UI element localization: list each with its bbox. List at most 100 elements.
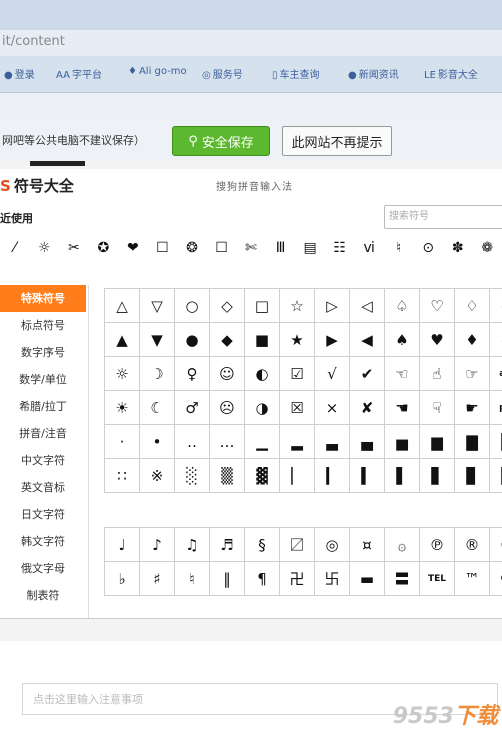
symbol-cell[interactable]: ♀ xyxy=(175,357,210,391)
symbol-cell[interactable]: ✘ xyxy=(350,391,385,425)
symbol-cell[interactable]: ¤ xyxy=(350,528,385,562)
symbol-cell[interactable]: ☑ xyxy=(280,357,315,391)
no-prompt-button[interactable]: 此网站不再提示 xyxy=(282,126,392,156)
symbol-cell[interactable]: ™ xyxy=(455,562,490,596)
symbol-cell[interactable]: 卐 xyxy=(315,562,350,596)
symbol-cell[interactable]: △ xyxy=(105,289,140,323)
symbol-cell[interactable]: • xyxy=(140,425,175,459)
symbol-cell[interactable]: ♬ xyxy=(210,528,245,562)
symbol-search-input[interactable]: 搜索符号 xyxy=(384,205,502,229)
symbol-cell[interactable]: ◁ xyxy=(350,289,385,323)
symbol-cell[interactable]: ※ xyxy=(140,459,175,493)
symbol-cell[interactable]: ◑ xyxy=(245,391,280,425)
symbol-cell[interactable]: ‥ xyxy=(175,425,210,459)
symbol-cell[interactable]: ♢ xyxy=(455,289,490,323)
symbol-cell[interactable]: ▲ xyxy=(105,323,140,357)
symbol-cell[interactable]: am xyxy=(490,357,502,391)
symbol-cell[interactable]: ▃ xyxy=(315,425,350,459)
symbol-cell[interactable]: ▬ xyxy=(350,562,385,596)
symbol-cell[interactable]: ◎ xyxy=(315,528,350,562)
recent-symbol[interactable]: ☼ xyxy=(30,233,60,263)
favorite-link[interactable]: ◎ 服务号 xyxy=(202,66,243,81)
favorite-link[interactable]: AA 字平台 xyxy=(56,66,102,81)
favorite-link[interactable]: ▯ 车主查询 xyxy=(272,66,320,81)
favorite-link[interactable]: ● 新闻资讯 xyxy=(348,66,399,81)
symbol-cell[interactable]: ▽ xyxy=(140,289,175,323)
symbol-cell[interactable]: ▋ xyxy=(420,459,455,493)
symbol-cell[interactable]: ◀ xyxy=(350,323,385,357)
favorite-link[interactable]: LE 影音大全 xyxy=(424,66,478,81)
recent-symbol[interactable]: ⅵ xyxy=(354,233,384,263)
recent-symbol[interactable]: ⁄ xyxy=(0,233,30,263)
recent-symbol[interactable]: ✂ xyxy=(59,233,89,263)
symbol-cell[interactable]: ▇ xyxy=(455,425,490,459)
symbol-cell[interactable]: ♧ xyxy=(490,289,502,323)
symbol-cell[interactable]: ♡ xyxy=(420,289,455,323)
symbol-cell[interactable]: ☆ xyxy=(280,289,315,323)
category-item[interactable]: 特殊符号 xyxy=(0,285,86,312)
symbol-cell[interactable]: ♤ xyxy=(385,289,420,323)
symbol-cell[interactable]: ○ xyxy=(175,289,210,323)
symbol-cell[interactable]: ☽ xyxy=(140,357,175,391)
recent-symbol[interactable]: ❁ xyxy=(473,233,502,263)
recent-symbol[interactable]: ☐ xyxy=(207,233,237,263)
symbol-cell[interactable]: § xyxy=(245,528,280,562)
symbol-cell[interactable]: pm xyxy=(490,391,502,425)
recent-symbol[interactable]: Ⅲ xyxy=(266,233,296,263)
recent-symbol[interactable]: ☐ xyxy=(148,233,178,263)
symbol-cell[interactable]: TEL xyxy=(420,562,455,596)
symbol-cell[interactable]: ∷ xyxy=(105,459,140,493)
recent-symbol[interactable]: ⊙ xyxy=(413,233,443,263)
symbol-cell[interactable]: ☝ xyxy=(420,357,455,391)
symbol-cell[interactable]: ▏ xyxy=(280,459,315,493)
recent-symbol[interactable]: ♮ xyxy=(384,233,414,263)
symbol-cell[interactable]: ☀ xyxy=(105,391,140,425)
category-item[interactable]: 俄文字母 xyxy=(0,555,86,582)
symbol-cell[interactable]: ‖ xyxy=(210,562,245,596)
recent-symbol[interactable]: ▤ xyxy=(295,233,325,263)
symbol-cell[interactable]: ☒ xyxy=(280,391,315,425)
symbol-cell[interactable]: ☼ xyxy=(105,357,140,391)
category-item[interactable]: 拼音/注音 xyxy=(0,420,86,447)
symbol-cell[interactable]: ▷ xyxy=(315,289,350,323)
symbol-cell[interactable]: · xyxy=(105,425,140,459)
symbol-cell[interactable]: ¶ xyxy=(245,562,280,596)
symbol-cell[interactable]: ▌ xyxy=(385,459,420,493)
symbol-cell[interactable]: ▁ xyxy=(245,425,280,459)
symbol-cell[interactable]: ▆ xyxy=(420,425,455,459)
symbol-cell[interactable]: ☹ xyxy=(210,391,245,425)
symbol-cell[interactable]: █ xyxy=(490,425,502,459)
symbol-cell[interactable]: ☟ xyxy=(420,391,455,425)
category-item[interactable]: 标点符号 xyxy=(0,312,86,339)
symbol-cell[interactable]: ▊ xyxy=(455,459,490,493)
symbol-cell[interactable]: ♪ xyxy=(140,528,175,562)
symbol-cell[interactable]: ® xyxy=(455,528,490,562)
symbol-cell[interactable]: ▒ xyxy=(210,459,245,493)
recent-symbol[interactable]: ❂ xyxy=(177,233,207,263)
symbol-cell[interactable]: ☚ xyxy=(385,391,420,425)
symbol-cell[interactable]: ● xyxy=(175,323,210,357)
symbol-cell[interactable]: ♫ xyxy=(175,528,210,562)
symbol-cell[interactable]: ▶ xyxy=(315,323,350,357)
category-item[interactable]: 日文字符 xyxy=(0,501,86,528)
recent-symbol[interactable]: ✄ xyxy=(236,233,266,263)
category-item[interactable]: 希腊/拉丁 xyxy=(0,393,86,420)
symbol-cell[interactable]: ♥ xyxy=(420,323,455,357)
symbol-cell[interactable]: ☞ xyxy=(455,357,490,391)
symbol-cell[interactable]: ▅ xyxy=(385,425,420,459)
symbol-cell[interactable]: ☾ xyxy=(140,391,175,425)
recent-symbol[interactable]: ☷ xyxy=(325,233,355,263)
symbol-cell[interactable]: … xyxy=(210,425,245,459)
recent-symbol[interactable]: ❤ xyxy=(118,233,148,263)
symbol-cell[interactable]: ■ xyxy=(245,323,280,357)
symbol-cell[interactable]: ♮ xyxy=(175,562,210,596)
symbol-cell[interactable]: ▼ xyxy=(140,323,175,357)
symbol-cell[interactable]: ◇ xyxy=(210,289,245,323)
symbol-cell[interactable]: ▄ xyxy=(350,425,385,459)
symbol-cell[interactable]: ░ xyxy=(175,459,210,493)
symbol-cell[interactable]: ☜ xyxy=(385,357,420,391)
symbol-cell[interactable]: ☛ xyxy=(455,391,490,425)
symbol-cell[interactable]: ♯ xyxy=(140,562,175,596)
symbol-cell[interactable]: ♣ xyxy=(490,323,502,357)
favorite-link[interactable]: ♦ Ali go-mo xyxy=(128,66,187,77)
